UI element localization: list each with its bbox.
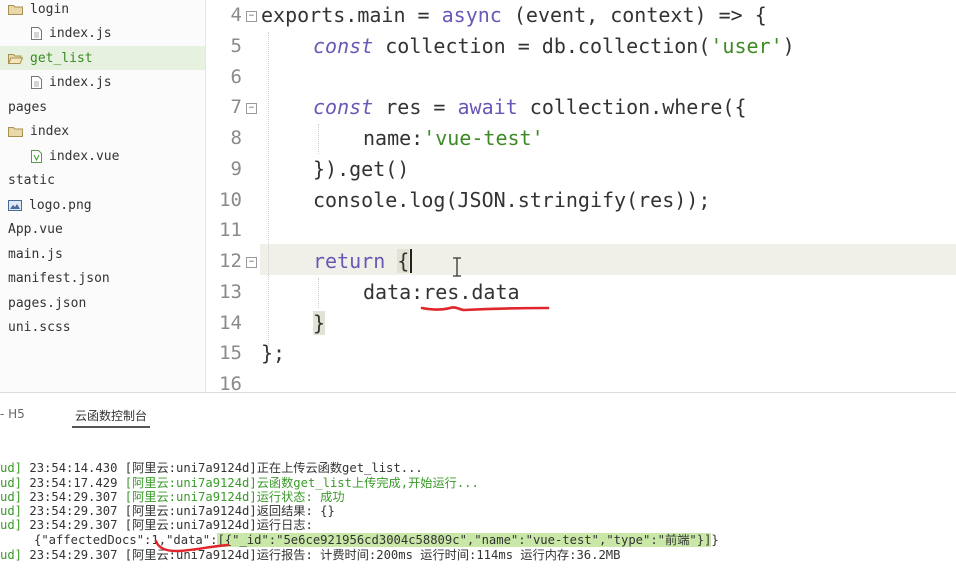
tree-item-label: static <box>8 172 55 188</box>
image-file-icon <box>8 199 22 211</box>
line-number: 6 <box>230 66 242 88</box>
tree-item-label: login <box>30 1 70 17</box>
code-line-8: name:'vue-test' <box>363 126 544 150</box>
fold-toggle-icon[interactable]: − <box>246 103 257 114</box>
code-line-14: } <box>313 311 326 335</box>
tree-item-index-js[interactable]: index.js <box>0 70 205 94</box>
tree-item-label: App.vue <box>8 221 63 237</box>
tree-item-index-folder[interactable]: index <box>0 119 205 143</box>
line-number: 16 <box>219 373 242 392</box>
tree-item-pages-json[interactable]: pages.json <box>0 291 205 315</box>
code-line-5: const collection = db.collection('user') <box>313 34 795 58</box>
file-tree: login index.js get_list index.js pages i… <box>0 0 206 392</box>
tree-item-main-js[interactable]: main.js <box>0 242 205 266</box>
tree-item-label: index.js <box>49 25 112 41</box>
line-number: 12 <box>219 250 242 272</box>
line-number: 7 <box>230 96 242 118</box>
tree-item-label: logo.png <box>29 197 92 213</box>
line-number: 15 <box>219 342 242 364</box>
code-line-7: const res = await collection.where({ <box>313 95 747 119</box>
folder-icon <box>8 126 23 137</box>
tree-item-get-list[interactable]: get_list <box>0 46 205 70</box>
tab-h5[interactable]: - H5 <box>0 407 25 421</box>
code-line-15: }; <box>261 341 286 365</box>
text-cursor-icon <box>453 257 461 277</box>
fold-toggle-icon[interactable]: − <box>246 11 257 22</box>
tree-item-label: pages <box>8 99 48 115</box>
code-line-4: exports.main = async (event, context) =>… <box>261 3 767 27</box>
tree-item-label: manifest.json <box>8 270 110 286</box>
indent-guide <box>318 278 319 308</box>
red-underline-annotation <box>420 306 550 312</box>
open-folder-icon <box>8 53 23 64</box>
line-number: 4 <box>230 4 242 26</box>
tree-item-uni-scss[interactable]: uni.scss <box>0 315 205 339</box>
tree-item-manifest-json[interactable]: manifest.json <box>0 266 205 290</box>
vue-file-icon <box>31 149 42 163</box>
line-number: 14 <box>219 312 242 334</box>
line-number: 9 <box>230 158 242 180</box>
tree-item-pages[interactable]: pages <box>0 95 205 119</box>
red-underline-annotation <box>154 539 230 553</box>
tree-item-index-js[interactable]: index.js <box>0 21 205 45</box>
line-number: 13 <box>219 281 242 303</box>
indent-guide <box>318 124 319 154</box>
tree-item-app-vue[interactable]: App.vue <box>0 217 205 241</box>
tree-item-index-vue[interactable]: index.vue <box>0 144 205 168</box>
code-editor[interactable]: 4 5 6 7 8 9 10 11 12 13 14 15 16 − − − e… <box>206 0 956 392</box>
tree-item-label: uni.scss <box>8 319 71 335</box>
code-line-10: console.log(JSON.stringify(res)); <box>313 188 711 212</box>
js-file-icon <box>31 26 42 40</box>
tree-item-label: index.js <box>49 74 112 90</box>
line-number: 11 <box>219 219 242 241</box>
code-line-12: return { <box>313 249 413 273</box>
indent-guide <box>268 32 269 346</box>
line-number: 8 <box>230 127 242 149</box>
code-line-9: }).get() <box>313 157 410 181</box>
tree-item-static[interactable]: static <box>0 168 205 192</box>
tree-item-label: pages.json <box>8 295 87 311</box>
line-number: 5 <box>230 35 242 57</box>
log-line: ud] 23:54:29.307 [阿里云:uni7a9124d]运行报告: 计… <box>0 548 621 562</box>
tree-item-logo-png[interactable]: logo.png <box>0 193 205 217</box>
console-panel: - H5 云函数控制台 ud] 23:54:14.430 [阿里云:uni7a9… <box>0 392 956 584</box>
line-number: 10 <box>219 189 242 211</box>
tab-cloud-console[interactable]: 云函数控制台 <box>72 407 151 428</box>
tree-item-label: index <box>30 123 70 139</box>
fold-toggle-icon[interactable]: − <box>246 257 257 268</box>
js-file-icon <box>31 75 42 89</box>
folder-icon <box>8 4 23 15</box>
tree-item-label: index.vue <box>49 148 120 164</box>
tree-item-login[interactable]: login <box>0 0 205 21</box>
tree-item-label: get_list <box>30 50 93 66</box>
tree-item-label: main.js <box>8 246 63 262</box>
